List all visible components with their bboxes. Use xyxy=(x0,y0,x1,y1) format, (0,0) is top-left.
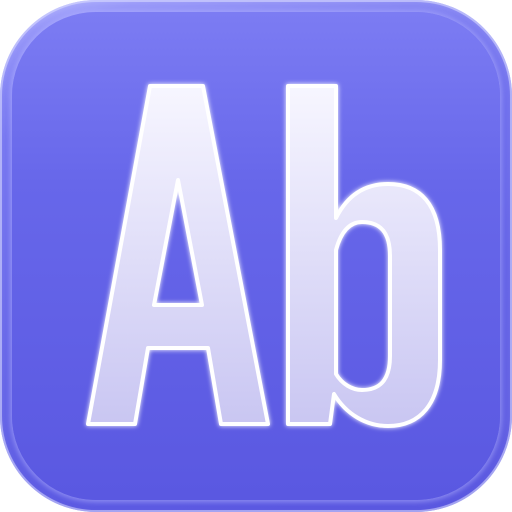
letter-a-glyph xyxy=(86,84,270,426)
app-icon-canvas: Ab xyxy=(0,0,512,512)
ab-glyph-icon: Ab xyxy=(0,0,512,512)
letter-b-glyph xyxy=(286,84,442,428)
